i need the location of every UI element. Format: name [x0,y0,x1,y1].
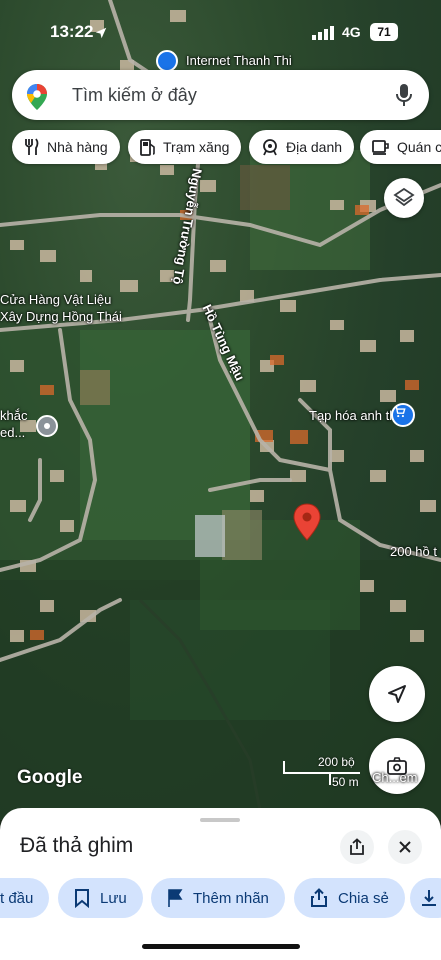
poi-label-left-line2[interactable]: ed... [0,425,25,440]
network-type: 4G [342,24,361,40]
navigation-arrow-icon [388,685,406,703]
address-label: 200 hồ t [390,544,437,559]
bookmark-icon [75,889,89,908]
sheet-drag-handle[interactable] [200,818,240,822]
fork-knife-icon [25,138,39,155]
share-button[interactable] [340,830,374,864]
scale-metric: 50 m [332,775,359,789]
action-label: Chia sẻ [338,889,389,907]
layers-button[interactable] [384,178,424,218]
download-button[interactable] [410,878,441,918]
action-label: Thêm nhãn [193,889,269,907]
share-icon [311,888,327,907]
download-icon [422,890,436,906]
dropped-pin-icon[interactable] [293,503,321,541]
streetview-button[interactable] [369,738,425,794]
layers-icon [393,187,415,207]
close-button[interactable] [388,830,422,864]
share-action-button[interactable]: Chia sẻ [294,878,405,918]
scale-bar: 200 bộ 50 m [282,755,362,795]
status-time: 13:22 [50,22,94,41]
landmark-icon [263,139,277,156]
home-indicator [142,944,300,949]
chip-label: Quán ca [397,139,441,155]
chip-restaurants[interactable]: Nhà hàng [12,130,120,164]
status-bar: 13:22 4G 71 [0,0,441,62]
chip-gas[interactable]: Trạm xăng [128,130,242,164]
signal-icon [312,26,334,40]
location-arrow-icon [95,27,107,39]
maps-logo-icon [27,84,47,110]
battery-icon: 71 [370,23,398,41]
place-pin-icon[interactable] [36,415,58,437]
add-label-button[interactable]: Thêm nhãn [151,878,285,918]
sheet-title: Đã thả ghim [20,834,134,857]
flag-icon [168,889,183,907]
poi-label-store-line1[interactable]: Cửa Hàng Vật Liệu [0,292,111,307]
action-label: Lưu [100,889,127,907]
chip-cafe[interactable]: Quán ca [360,130,441,164]
chip-landmarks[interactable]: Địa danh [249,130,355,164]
chip-label: Trạm xăng [163,139,230,155]
mic-icon[interactable] [395,83,413,107]
poi-label-left-line1[interactable]: khắc [0,408,27,423]
cart-icon[interactable] [391,403,415,427]
close-icon [399,841,411,853]
google-attribution: Google [17,767,83,788]
chip-label: Nhà hàng [47,139,108,155]
share-icon [350,838,364,855]
start-button[interactable]: t đầu [0,878,50,918]
chip-label: Địa danh [286,139,343,155]
action-label: t đầu [0,889,34,907]
gas-pump-icon [140,139,155,156]
category-chips: Nhà hàng Trạm xăng Địa danh Quán ca [12,130,441,164]
place-sheet[interactable]: Đã thả ghim t đầu Lưu Thêm nhãn Chia sẻ [0,808,441,960]
my-location-button[interactable] [369,666,425,722]
poi-label-store-line2[interactable]: Xây Dựng Hồng Thái [0,309,122,324]
search-input[interactable]: Tìm kiếm ở đây [72,85,197,106]
streetview-label: Ch...em [372,770,418,785]
save-button[interactable]: Lưu [58,878,143,918]
cafe-icon [372,140,389,155]
search-bar[interactable]: Tìm kiếm ở đây [12,70,429,120]
